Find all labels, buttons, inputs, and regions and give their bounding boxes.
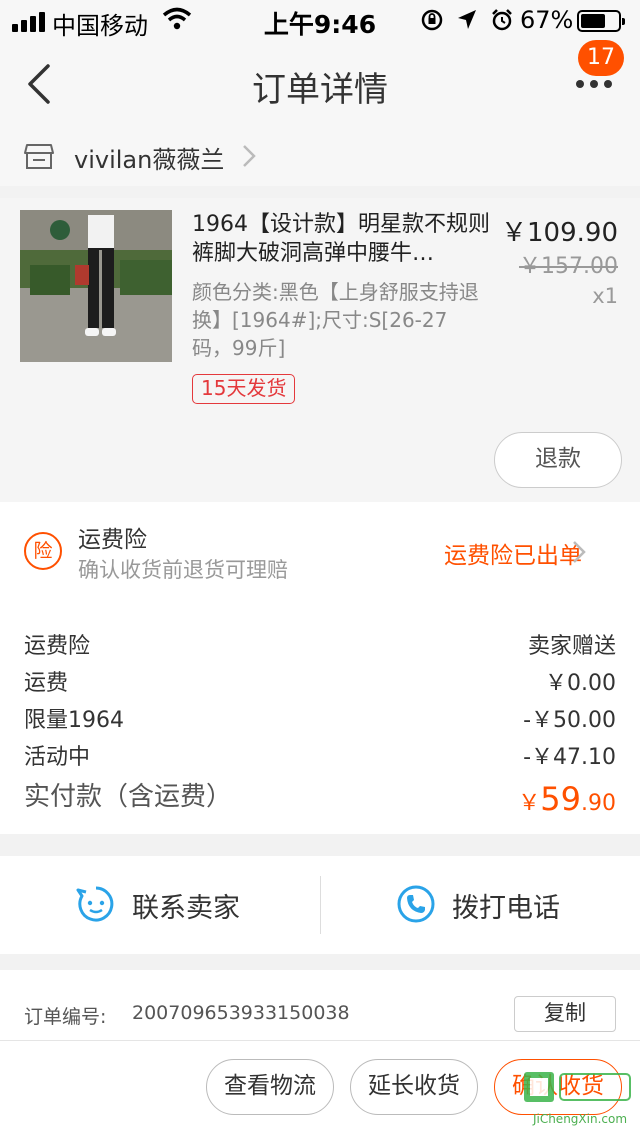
fee-value: 卖家赠送 bbox=[527, 634, 616, 659]
refund-button[interactable]: 退款 bbox=[494, 432, 622, 488]
battery-percent: 67% bbox=[520, 6, 574, 34]
order-item-card[interactable]: 1964【设计款】明星款不规则裤脚大破洞高弹中腰牛… 颜色分类:黑色【上身舒服支… bbox=[0, 198, 640, 502]
shop-row[interactable]: vivilan薇薇兰 bbox=[0, 128, 640, 186]
battery-icon bbox=[577, 10, 625, 32]
price-breakdown: 运费险 卖家赠送 运费 ￥0.00 限量1964 -￥50.00 活动中 -￥4… bbox=[0, 602, 640, 834]
location-icon bbox=[458, 10, 476, 29]
product-sku: 颜色分类:黑色【上身舒服支持退换】[1964#];尺寸:S[26-27码，99斤… bbox=[192, 280, 479, 360]
product-quantity: x1 bbox=[592, 284, 618, 308]
order-number-label: 订单编号: bbox=[24, 1006, 107, 1028]
watermark-text: JiChengXin.com bbox=[532, 1112, 628, 1126]
extend-receipt-button[interactable]: 延长收货 bbox=[350, 1059, 478, 1115]
status-bar: 中国移动 上午9:46 67% bbox=[0, 0, 640, 40]
total-paid-row: 实付款（含运费） ￥59.90 bbox=[24, 774, 616, 818]
chevron-right-icon bbox=[573, 541, 586, 563]
order-info: 订单编号: 2007096539331500​38 复制 bbox=[0, 970, 640, 1040]
nav-bar: 订单详情 17 bbox=[0, 40, 640, 128]
fee-label: 运费 bbox=[24, 671, 69, 696]
fee-row: 运费 ￥0.00 bbox=[24, 659, 616, 696]
total-decimal: .90 bbox=[581, 791, 616, 816]
total-paid-label: 实付款（含运费） bbox=[24, 782, 233, 812]
total-currency: ￥ bbox=[518, 791, 541, 816]
product-original-price: ￥157.00 bbox=[519, 254, 618, 279]
call-button[interactable]: 拨打电话 bbox=[320, 856, 640, 954]
fee-value: -￥50.00 bbox=[523, 708, 616, 733]
product-title[interactable]: 1964【设计款】明星款不规则裤脚大破洞高弹中腰牛… bbox=[192, 210, 496, 268]
shipping-insurance-row[interactable]: 险 运费险 确认收货前退货可理赔 运费险已出单 bbox=[0, 502, 640, 602]
fee-row: 活动中 -￥47.10 bbox=[24, 733, 616, 770]
insurance-icon: 险 bbox=[24, 532, 62, 570]
fee-value: ￥0.00 bbox=[545, 671, 616, 696]
view-logistics-button[interactable]: 查看物流 bbox=[206, 1059, 334, 1115]
alarm-icon bbox=[492, 9, 512, 31]
fee-label: 运费险 bbox=[24, 634, 91, 659]
contact-bar: 联系卖家 拨打电话 bbox=[0, 856, 640, 954]
rotation-lock-icon bbox=[421, 9, 443, 31]
page-title: 订单详情 bbox=[252, 70, 388, 110]
shipping-time-tag: 15天发货 bbox=[192, 374, 296, 404]
contact-seller-label: 联系卖家 bbox=[132, 893, 240, 924]
chat-face-icon bbox=[76, 886, 114, 922]
insurance-status[interactable]: 运费险已出单 bbox=[444, 536, 582, 570]
copy-button[interactable]: 复制 bbox=[514, 996, 616, 1032]
product-price: ￥109.90 bbox=[501, 218, 618, 248]
order-number: 2007096539331500​38 bbox=[132, 1002, 350, 1024]
fee-value: -￥47.10 bbox=[523, 745, 616, 770]
watermark-logo-icon bbox=[524, 1072, 631, 1102]
phone-icon bbox=[397, 885, 435, 923]
contact-seller-button[interactable]: 联系卖家 bbox=[0, 856, 320, 954]
total-integer: 59 bbox=[540, 780, 581, 818]
more-menu-icon[interactable] bbox=[576, 80, 612, 88]
fee-row: 限量1964 -￥50.00 bbox=[24, 696, 616, 733]
shop-icon bbox=[24, 144, 54, 169]
site-watermark: JiChengXin.com bbox=[520, 1052, 640, 1136]
product-thumbnail[interactable] bbox=[20, 210, 172, 362]
message-count-badge[interactable]: 17 bbox=[578, 40, 624, 76]
fee-label: 限量1964 bbox=[24, 708, 124, 733]
insurance-title: 运费险 bbox=[78, 527, 147, 553]
fee-label: 活动中 bbox=[24, 745, 91, 770]
fee-row: 运费险 卖家赠送 bbox=[24, 622, 616, 659]
total-paid-amount: ￥59.90 bbox=[518, 780, 616, 818]
call-label: 拨打电话 bbox=[452, 893, 560, 924]
chevron-right-icon bbox=[243, 145, 256, 167]
shop-name[interactable]: vivilan薇薇兰 bbox=[74, 140, 224, 175]
insurance-subtitle: 确认收货前退货可理赔 bbox=[78, 558, 288, 582]
